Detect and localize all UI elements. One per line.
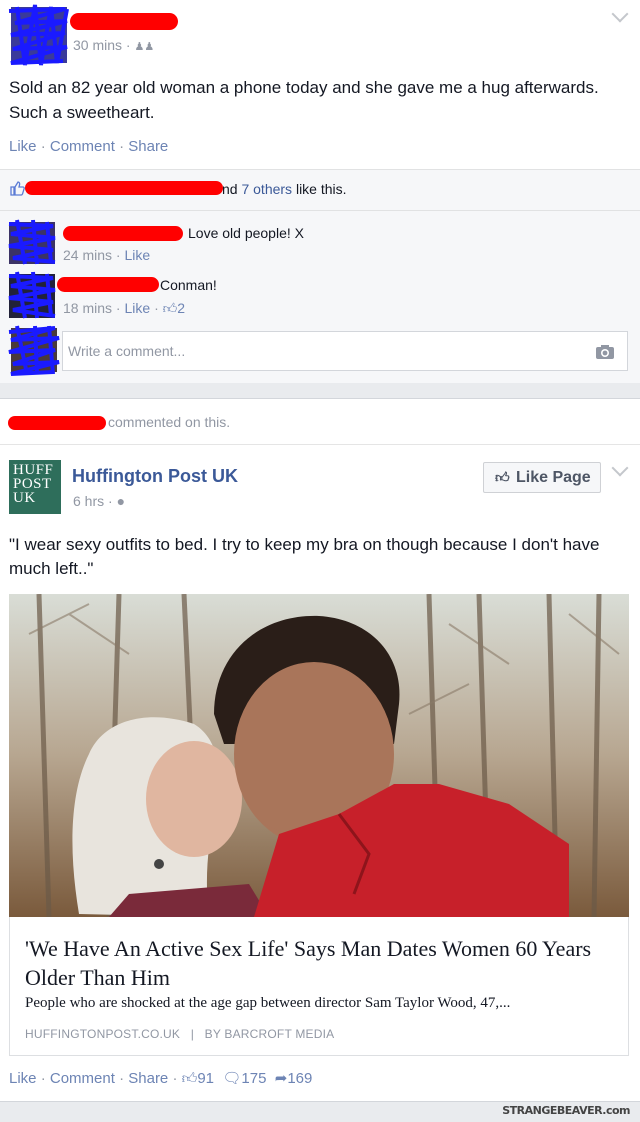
- page-name[interactable]: Huffington Post UK: [72, 466, 238, 487]
- share-link[interactable]: Share: [128, 138, 168, 155]
- comment-placeholder: Write a comment...: [68, 343, 186, 359]
- share-count[interactable]: 169: [287, 1070, 312, 1087]
- redacted-likers: [25, 181, 223, 195]
- thumbs-up-icon: 👍︎: [162, 300, 178, 316]
- thumbs-up-icon: [10, 181, 25, 196]
- redacted-commenter-name: [63, 226, 183, 241]
- huffpost-logo[interactable]: HUFF POST UK: [9, 460, 61, 514]
- post-text: Sold an 82 year old woman a phone today …: [9, 78, 599, 122]
- activity-line: commented on this.: [108, 414, 231, 430]
- redacted-own-avatar: [8, 325, 60, 376]
- like-link[interactable]: Like: [9, 138, 37, 155]
- others-link[interactable]: 7 others: [241, 181, 292, 197]
- thumbs-up-icon[interactable]: 👍︎: [182, 1070, 198, 1087]
- link-headline[interactable]: 'We Have An Active Sex Life' Says Man Da…: [25, 934, 620, 992]
- share-arrow-icon[interactable]: ➦: [275, 1070, 288, 1087]
- comment-like-link[interactable]: Like: [124, 247, 150, 263]
- comment-like-count: 2: [177, 300, 186, 316]
- redacted-commenter-name: [57, 277, 159, 292]
- redacted-avatar: [8, 4, 69, 66]
- comment-time[interactable]: 24 mins: [63, 247, 112, 263]
- comment-count[interactable]: 175: [241, 1070, 266, 1087]
- post-actions: Like · Comment · Share: [9, 138, 169, 155]
- thumbs-up-icon: 👍︎: [495, 469, 510, 485]
- comment-bubble-icon[interactable]: 🗨︎: [222, 1070, 241, 1087]
- likes-summary: nd 7 others like this.: [222, 181, 347, 197]
- redacted-commenter-avatar: [8, 219, 56, 265]
- article-photo[interactable]: [9, 594, 629, 917]
- share-link[interactable]: Share: [128, 1070, 168, 1087]
- comment-like-link[interactable]: Like: [124, 300, 150, 316]
- link-source: HUFFINGTONPOST.CO.UK: [25, 1027, 181, 1041]
- link-byline: BY BARCROFT MEDIA: [204, 1027, 335, 1041]
- comment-time[interactable]: 18 mins: [63, 300, 112, 316]
- redacted-name: [70, 13, 178, 30]
- like-link[interactable]: Like: [9, 1070, 37, 1087]
- like-count[interactable]: 91: [197, 1070, 214, 1087]
- post-actions: Like · Comment · Share · 👍︎91 🗨︎175 ➦169: [9, 1070, 313, 1087]
- comment-link[interactable]: Comment: [50, 1070, 115, 1087]
- status-post: 30 mins · ♟♟ Sold an 82 year old woman a…: [0, 0, 640, 383]
- post-text: "I wear sexy outfits to bed. I try to ke…: [9, 535, 600, 578]
- chevron-down-icon[interactable]: [611, 5, 629, 23]
- redacted-commenter-avatar: [8, 271, 56, 319]
- link-preview[interactable]: 'We Have An Active Sex Life' Says Man Da…: [9, 917, 629, 1056]
- camera-icon[interactable]: [595, 344, 615, 360]
- friends-icon: ♟♟: [134, 41, 155, 53]
- comment-text: Conman!: [160, 277, 217, 293]
- post-time[interactable]: 30 mins: [73, 37, 122, 53]
- post-time[interactable]: 6 hrs: [73, 493, 104, 509]
- comment-text: Love old people! X: [188, 225, 304, 241]
- link-description: People who are shocked at the age gap be…: [25, 995, 511, 1011]
- comment-link[interactable]: Comment: [50, 138, 115, 155]
- globe-icon: ●: [116, 493, 126, 509]
- redacted-name: [8, 416, 106, 430]
- comment-input[interactable]: Write a comment...: [62, 331, 628, 371]
- watermark: STRANGEBEAVER.com: [502, 1104, 630, 1117]
- like-page-button[interactable]: 👍︎ Like Page: [483, 462, 601, 493]
